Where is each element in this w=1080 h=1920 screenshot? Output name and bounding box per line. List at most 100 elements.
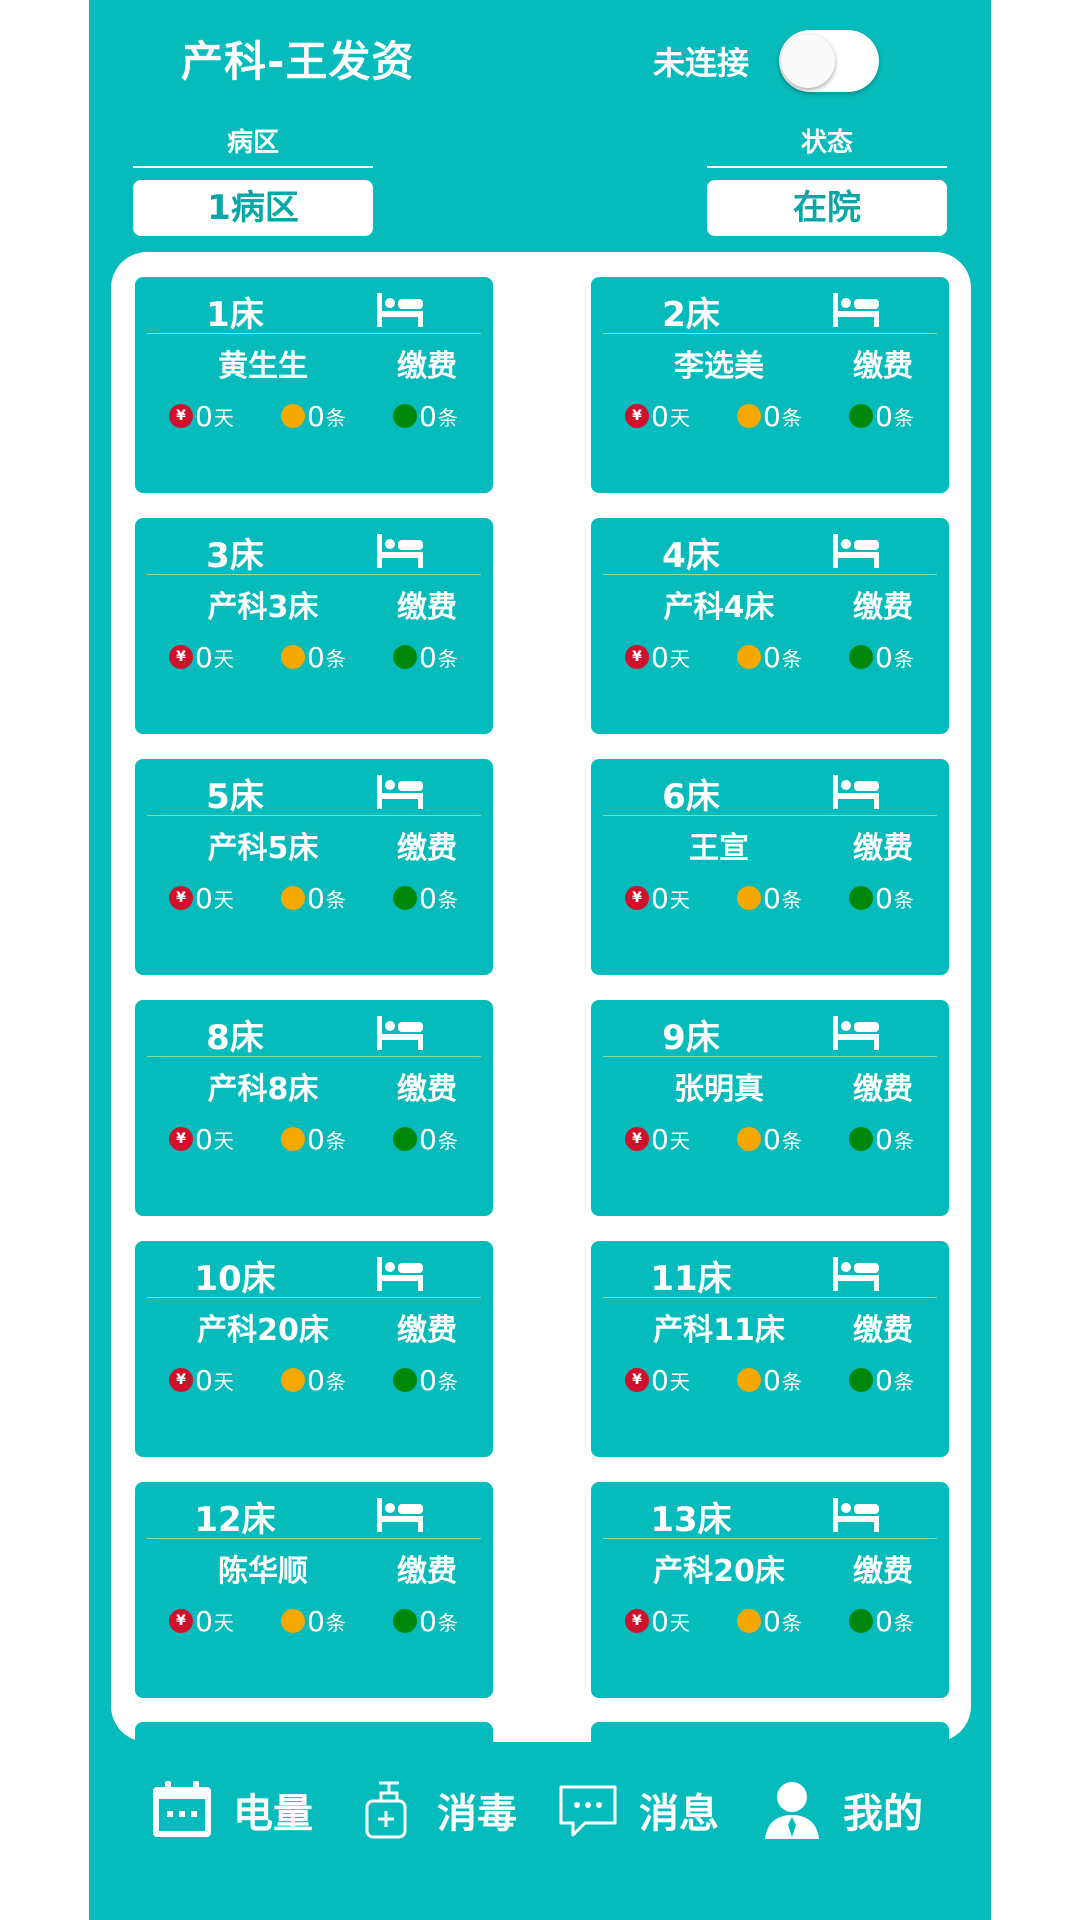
yen-icon: ¥ [625, 886, 649, 910]
orange-unit: 条 [325, 646, 346, 671]
days-unit: 天 [213, 887, 234, 912]
bed-icon [831, 1253, 881, 1293]
patient-name: 产科4床 [663, 590, 775, 625]
bed-card[interactable]: 2床 李选美 缴费 ¥0 天 0 条 0 条 [591, 277, 949, 493]
user-icon [765, 1782, 819, 1839]
bed-card[interactable]: 5床 产科5床 缴费 ¥0 天 0 条 0 条 [135, 759, 493, 975]
nav-label: 电量 [233, 1791, 313, 1837]
green-value: 0 [419, 640, 437, 674]
bed-card[interactable]: 10床 产科20床 缴费 ¥0 天 0 条 0 条 [135, 1241, 493, 1457]
nav-messages[interactable]: 消息 [557, 1770, 719, 1850]
sanitizer-icon [365, 1781, 407, 1839]
bed-number: 13床 [650, 1500, 732, 1540]
days-unit: 天 [669, 1369, 690, 1394]
pay-button[interactable]: 缴费 [397, 1064, 457, 1108]
pay-button[interactable]: 缴费 [853, 823, 913, 867]
bed-card[interactable]: 13床 产科20床 缴费 ¥0 天 0 条 0 条 [591, 1482, 949, 1698]
yen-icon: ¥ [625, 404, 649, 428]
days-unit: 天 [213, 1610, 234, 1635]
nav-profile[interactable]: 我的 [761, 1770, 923, 1850]
days-unit: 天 [213, 1128, 234, 1153]
bed-icon [375, 1012, 425, 1052]
pay-button[interactable]: 缴费 [853, 582, 913, 626]
bed-card[interactable]: 1床 黄生生 缴费 ¥0 天 0 条 0 条 [135, 277, 493, 493]
days-unit: 天 [669, 1610, 690, 1635]
pay-button[interactable]: 缴费 [397, 823, 457, 867]
green-dot-icon [393, 886, 417, 910]
yen-icon: ¥ [169, 404, 193, 428]
nav-label: 消息 [639, 1791, 719, 1837]
bed-icon [831, 1494, 881, 1534]
bed-card[interactable]: 3床 产科3床 缴费 ¥0 天 0 条 0 条 [135, 518, 493, 734]
patient-name: 产科20床 [197, 1313, 329, 1348]
yen-icon: ¥ [625, 1609, 649, 1633]
pay-button[interactable]: 缴费 [397, 341, 457, 385]
patient-name: 产科11床 [653, 1313, 785, 1348]
bed-number: 9床 [662, 1018, 720, 1058]
orange-dot-icon [281, 404, 305, 428]
orange-unit: 条 [781, 887, 802, 912]
orange-value: 0 [307, 1122, 325, 1156]
orange-value: 0 [307, 881, 325, 915]
patient-name: 产科8床 [207, 1072, 319, 1107]
green-dot-icon [849, 1368, 873, 1392]
orange-dot-icon [281, 645, 305, 669]
green-stat: 0条 [393, 1363, 458, 1397]
green-stat: 0条 [849, 1363, 914, 1397]
days-unit: 天 [213, 1369, 234, 1394]
days-unit: 天 [669, 887, 690, 912]
orange-stat: 0条 [281, 1363, 346, 1397]
orange-unit: 条 [781, 1610, 802, 1635]
days-value: 0 [651, 399, 669, 433]
pay-button[interactable]: 缴费 [397, 1546, 457, 1590]
bed-icon [831, 1012, 881, 1052]
patient-name: 产科20床 [653, 1554, 785, 1589]
bed-card[interactable]: 6床 王宣 缴费 ¥0 天 0 条 0 条 [591, 759, 949, 975]
orange-value: 0 [763, 881, 781, 915]
days-unit: 天 [213, 405, 234, 430]
orange-unit: 条 [325, 405, 346, 430]
green-dot-icon [849, 1127, 873, 1151]
bed-grid: 1床 黄生生 缴费 ¥0 天 0 条 0 条 2床 李选美 缴费 ¥0 天 0 条 0 条 3床 产科3床 缴费 ¥0 天 0… [89, 0, 991, 1740]
bed-number: 3床 [206, 536, 264, 576]
pay-button[interactable]: 缴费 [853, 341, 913, 385]
card-divider [147, 333, 481, 334]
days-unit: 天 [669, 646, 690, 671]
bed-icon [831, 771, 881, 811]
days-value: 0 [195, 1604, 213, 1638]
nav-label: 消毒 [437, 1791, 517, 1837]
orange-stat: 0条 [737, 399, 802, 433]
green-stat: 0条 [849, 881, 914, 915]
bed-card[interactable]: 9床 张明真 缴费 ¥0 天 0 条 0 条 [591, 1000, 949, 1216]
orange-unit: 条 [325, 1610, 346, 1635]
card-divider [147, 1297, 481, 1298]
bed-number: 10床 [194, 1259, 276, 1299]
pay-button[interactable]: 缴费 [853, 1305, 913, 1349]
green-value: 0 [875, 881, 893, 915]
card-divider [603, 574, 937, 575]
orange-unit: 条 [781, 646, 802, 671]
green-value: 0 [875, 1122, 893, 1156]
orange-dot-icon [281, 886, 305, 910]
pay-button[interactable]: 缴费 [853, 1064, 913, 1108]
pay-button[interactable]: 缴费 [853, 1546, 913, 1590]
days-value: 0 [195, 399, 213, 433]
calendar-icon [153, 1781, 211, 1837]
orange-value: 0 [763, 1122, 781, 1156]
nav-disinfect[interactable]: 消毒 [355, 1770, 517, 1850]
orange-unit: 条 [781, 1369, 802, 1394]
bed-card[interactable]: 11床 产科11床 缴费 ¥0 天 0 条 0 条 [591, 1241, 949, 1457]
green-dot-icon [393, 1368, 417, 1392]
bed-card[interactable]: 12床 陈华顺 缴费 ¥0 天 0 条 0 条 [135, 1482, 493, 1698]
pay-button[interactable]: 缴费 [397, 582, 457, 626]
days-value: 0 [651, 1363, 669, 1397]
bed-card[interactable]: 8床 产科8床 缴费 ¥0 天 0 条 0 条 [135, 1000, 493, 1216]
days-value: 0 [195, 1363, 213, 1397]
bed-card[interactable]: 4床 产科4床 缴费 ¥0 天 0 条 0 条 [591, 518, 949, 734]
pay-button[interactable]: 缴费 [397, 1305, 457, 1349]
nav-electricity[interactable]: 电量 [151, 1770, 313, 1850]
green-unit: 条 [893, 646, 914, 671]
bed-icon [375, 1494, 425, 1534]
green-stat: 0条 [849, 1604, 914, 1638]
days-stat: ¥0 天 [169, 1122, 234, 1156]
